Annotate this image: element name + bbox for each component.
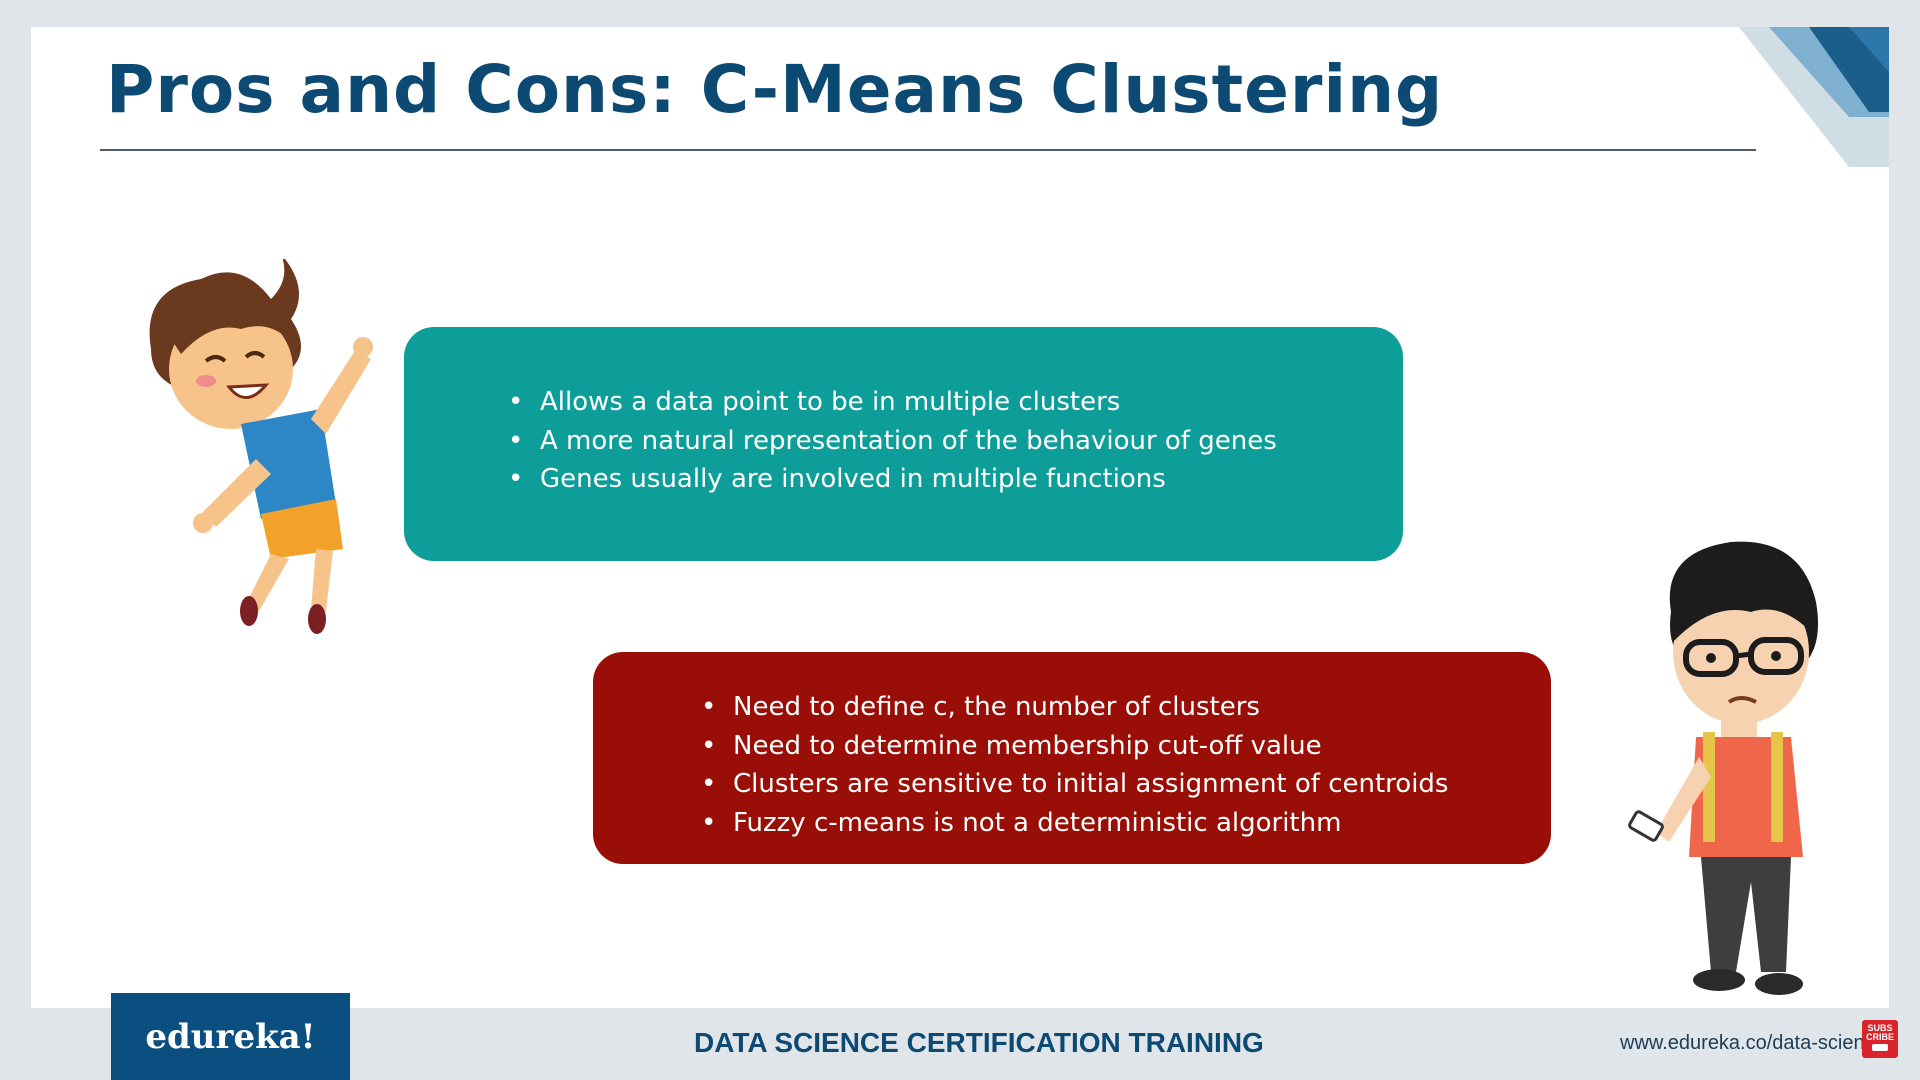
video-frame: Pros and Cons: C-Means Clustering • Allo… [0, 0, 1920, 1080]
footer-url[interactable]: www.edureka.co/data-scien [1620, 1032, 1866, 1055]
slide-title: Pros and Cons: C-Means Clustering [106, 51, 1444, 128]
course-title: DATA SCIENCE CERTIFICATION TRAINING [694, 1027, 1264, 1058]
slide: Pros and Cons: C-Means Clustering • Allo… [31, 27, 1889, 1008]
cons-box: Need to define c, the number of clusters… [593, 652, 1551, 864]
edureka-logo: edureka! [111, 993, 350, 1080]
cons-item: Need to determine membership cut-off val… [701, 727, 1551, 766]
pros-item: Genes usually are involved in multiple f… [508, 460, 1403, 499]
cons-item: Clusters are sensitive to initial assign… [701, 765, 1551, 804]
cons-item: Fuzzy c-means is not a deterministic alg… [701, 804, 1551, 843]
title-divider [100, 149, 1756, 151]
pros-item: Allows a data point to be in multiple cl… [508, 383, 1403, 422]
pros-list: Allows a data point to be in multiple cl… [508, 383, 1403, 499]
confused-kid-icon [1628, 541, 1819, 995]
subscribe-label: SUBS CRIBE [1865, 1023, 1894, 1042]
play-icon [1872, 1044, 1888, 1051]
cons-list: Need to define c, the number of clusters… [701, 688, 1551, 842]
pros-box: Allows a data point to be in multiple cl… [404, 327, 1403, 561]
subscribe-button[interactable]: SUBS CRIBE [1862, 1020, 1898, 1058]
corner-stripes-icon [1739, 27, 1889, 167]
cons-item: Need to define c, the number of clusters [701, 688, 1551, 727]
pros-item: A more natural representation of the beh… [508, 422, 1403, 461]
happy-kid-icon [149, 259, 373, 634]
